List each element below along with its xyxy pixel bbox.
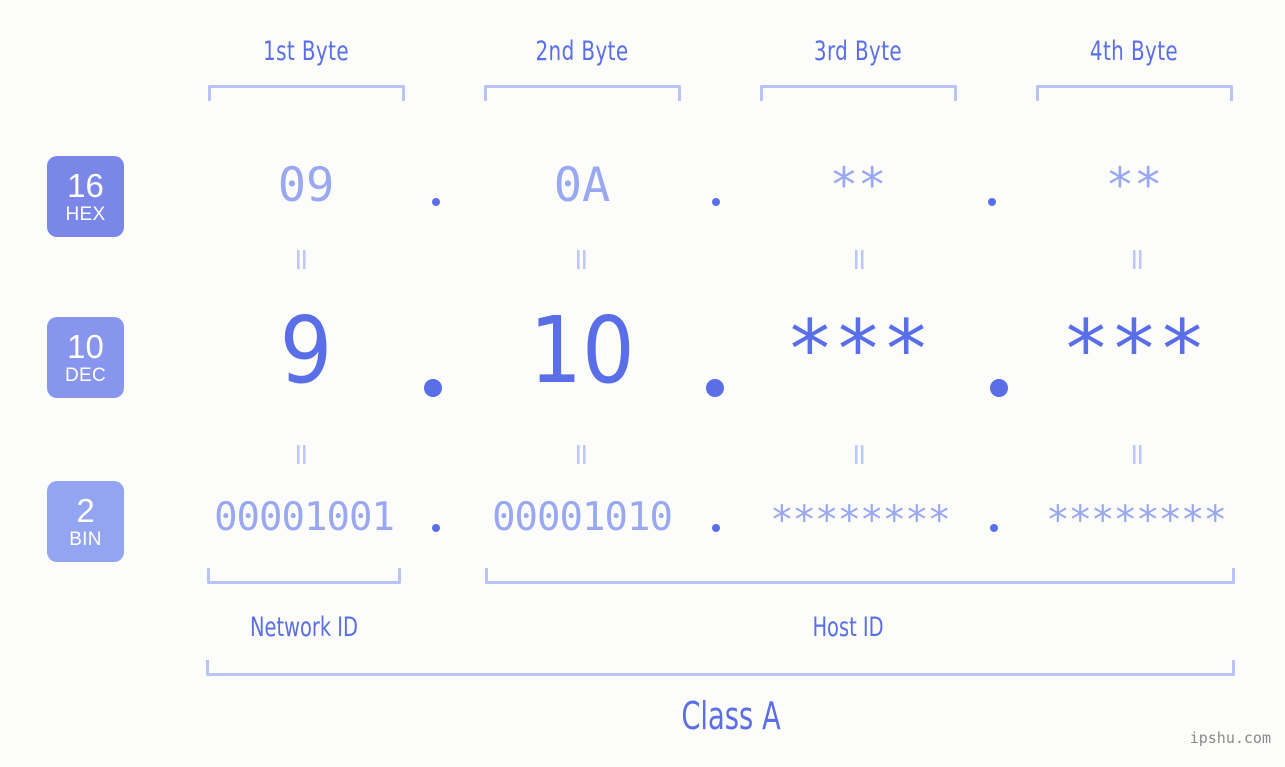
byte-bracket-3 (760, 85, 957, 101)
bin-byte-4: ******** (1046, 498, 1227, 543)
network-id-bracket (207, 568, 401, 584)
byte-header-3-label: 3rd Byte (813, 36, 903, 67)
dec-byte-2: 10 (529, 297, 635, 404)
class-bracket (206, 660, 1235, 676)
base-badge-dec[interactable]: 10 DEC (47, 317, 124, 398)
byte-bracket-1 (208, 85, 405, 101)
equals-hex-dec-3: = (842, 247, 877, 273)
bin-dot-2 (712, 524, 720, 532)
base-badge-dec-word: DEC (64, 365, 106, 386)
base-badge-hex-word: HEX (65, 204, 106, 225)
byte-header-4: 4th Byte (1052, 36, 1216, 67)
equals-dec-bin-4: = (1120, 442, 1155, 468)
dec-byte-1: 9 (279, 297, 333, 404)
network-id-label: Network ID (250, 612, 358, 643)
dec-byte-3: *** (785, 303, 931, 396)
base-badge-bin[interactable]: 2 BIN (47, 481, 124, 562)
host-id-bracket (485, 568, 1235, 584)
hex-byte-1: 09 (277, 158, 335, 213)
byte-header-1-label: 1st Byte (263, 36, 349, 67)
base-badge-bin-word: BIN (69, 529, 102, 550)
byte-header-3: 3rd Byte (776, 36, 940, 67)
hex-byte-2: 0A (553, 158, 611, 213)
hex-byte-3: ** (829, 158, 887, 213)
base-badge-hex-number: 16 (67, 167, 104, 204)
ip-address-diagram: 1st Byte 2nd Byte 3rd Byte 4th Byte 16 H… (0, 0, 1285, 767)
site-watermark: ipshu.com (1189, 729, 1271, 747)
hex-byte-4: ** (1105, 158, 1163, 213)
base-badge-bin-number: 2 (76, 492, 95, 529)
byte-header-1: 1st Byte (224, 36, 388, 67)
byte-header-4-label: 4th Byte (1089, 36, 1179, 67)
byte-header-2: 2nd Byte (500, 36, 664, 67)
byte-bracket-2 (484, 85, 681, 101)
dec-byte-4: *** (1061, 303, 1207, 396)
equals-dec-bin-1: = (284, 442, 319, 468)
base-badge-hex[interactable]: 16 HEX (47, 156, 124, 237)
byte-header-2-label: 2nd Byte (535, 36, 629, 67)
equals-hex-dec-4: = (1120, 247, 1155, 273)
bin-dot-3 (990, 524, 998, 532)
equals-dec-bin-3: = (842, 442, 877, 468)
dec-dot-2 (706, 379, 724, 397)
equals-dec-bin-2: = (564, 442, 599, 468)
equals-hex-dec-1: = (284, 247, 319, 273)
equals-hex-dec-2: = (564, 247, 599, 273)
hex-dot-2 (712, 198, 720, 206)
hex-dot-3 (988, 198, 996, 206)
dec-dot-3 (990, 379, 1008, 397)
class-label: Class A (681, 694, 781, 738)
bin-byte-2: 00001010 (492, 495, 673, 540)
host-id-label: Host ID (812, 612, 884, 643)
base-badge-dec-number: 10 (67, 328, 104, 365)
bin-byte-3: ******** (770, 498, 951, 543)
hex-dot-1 (432, 198, 440, 206)
dec-dot-1 (424, 379, 442, 397)
byte-bracket-4 (1036, 85, 1233, 101)
bin-byte-1: 00001001 (214, 495, 395, 540)
bin-dot-1 (432, 524, 440, 532)
